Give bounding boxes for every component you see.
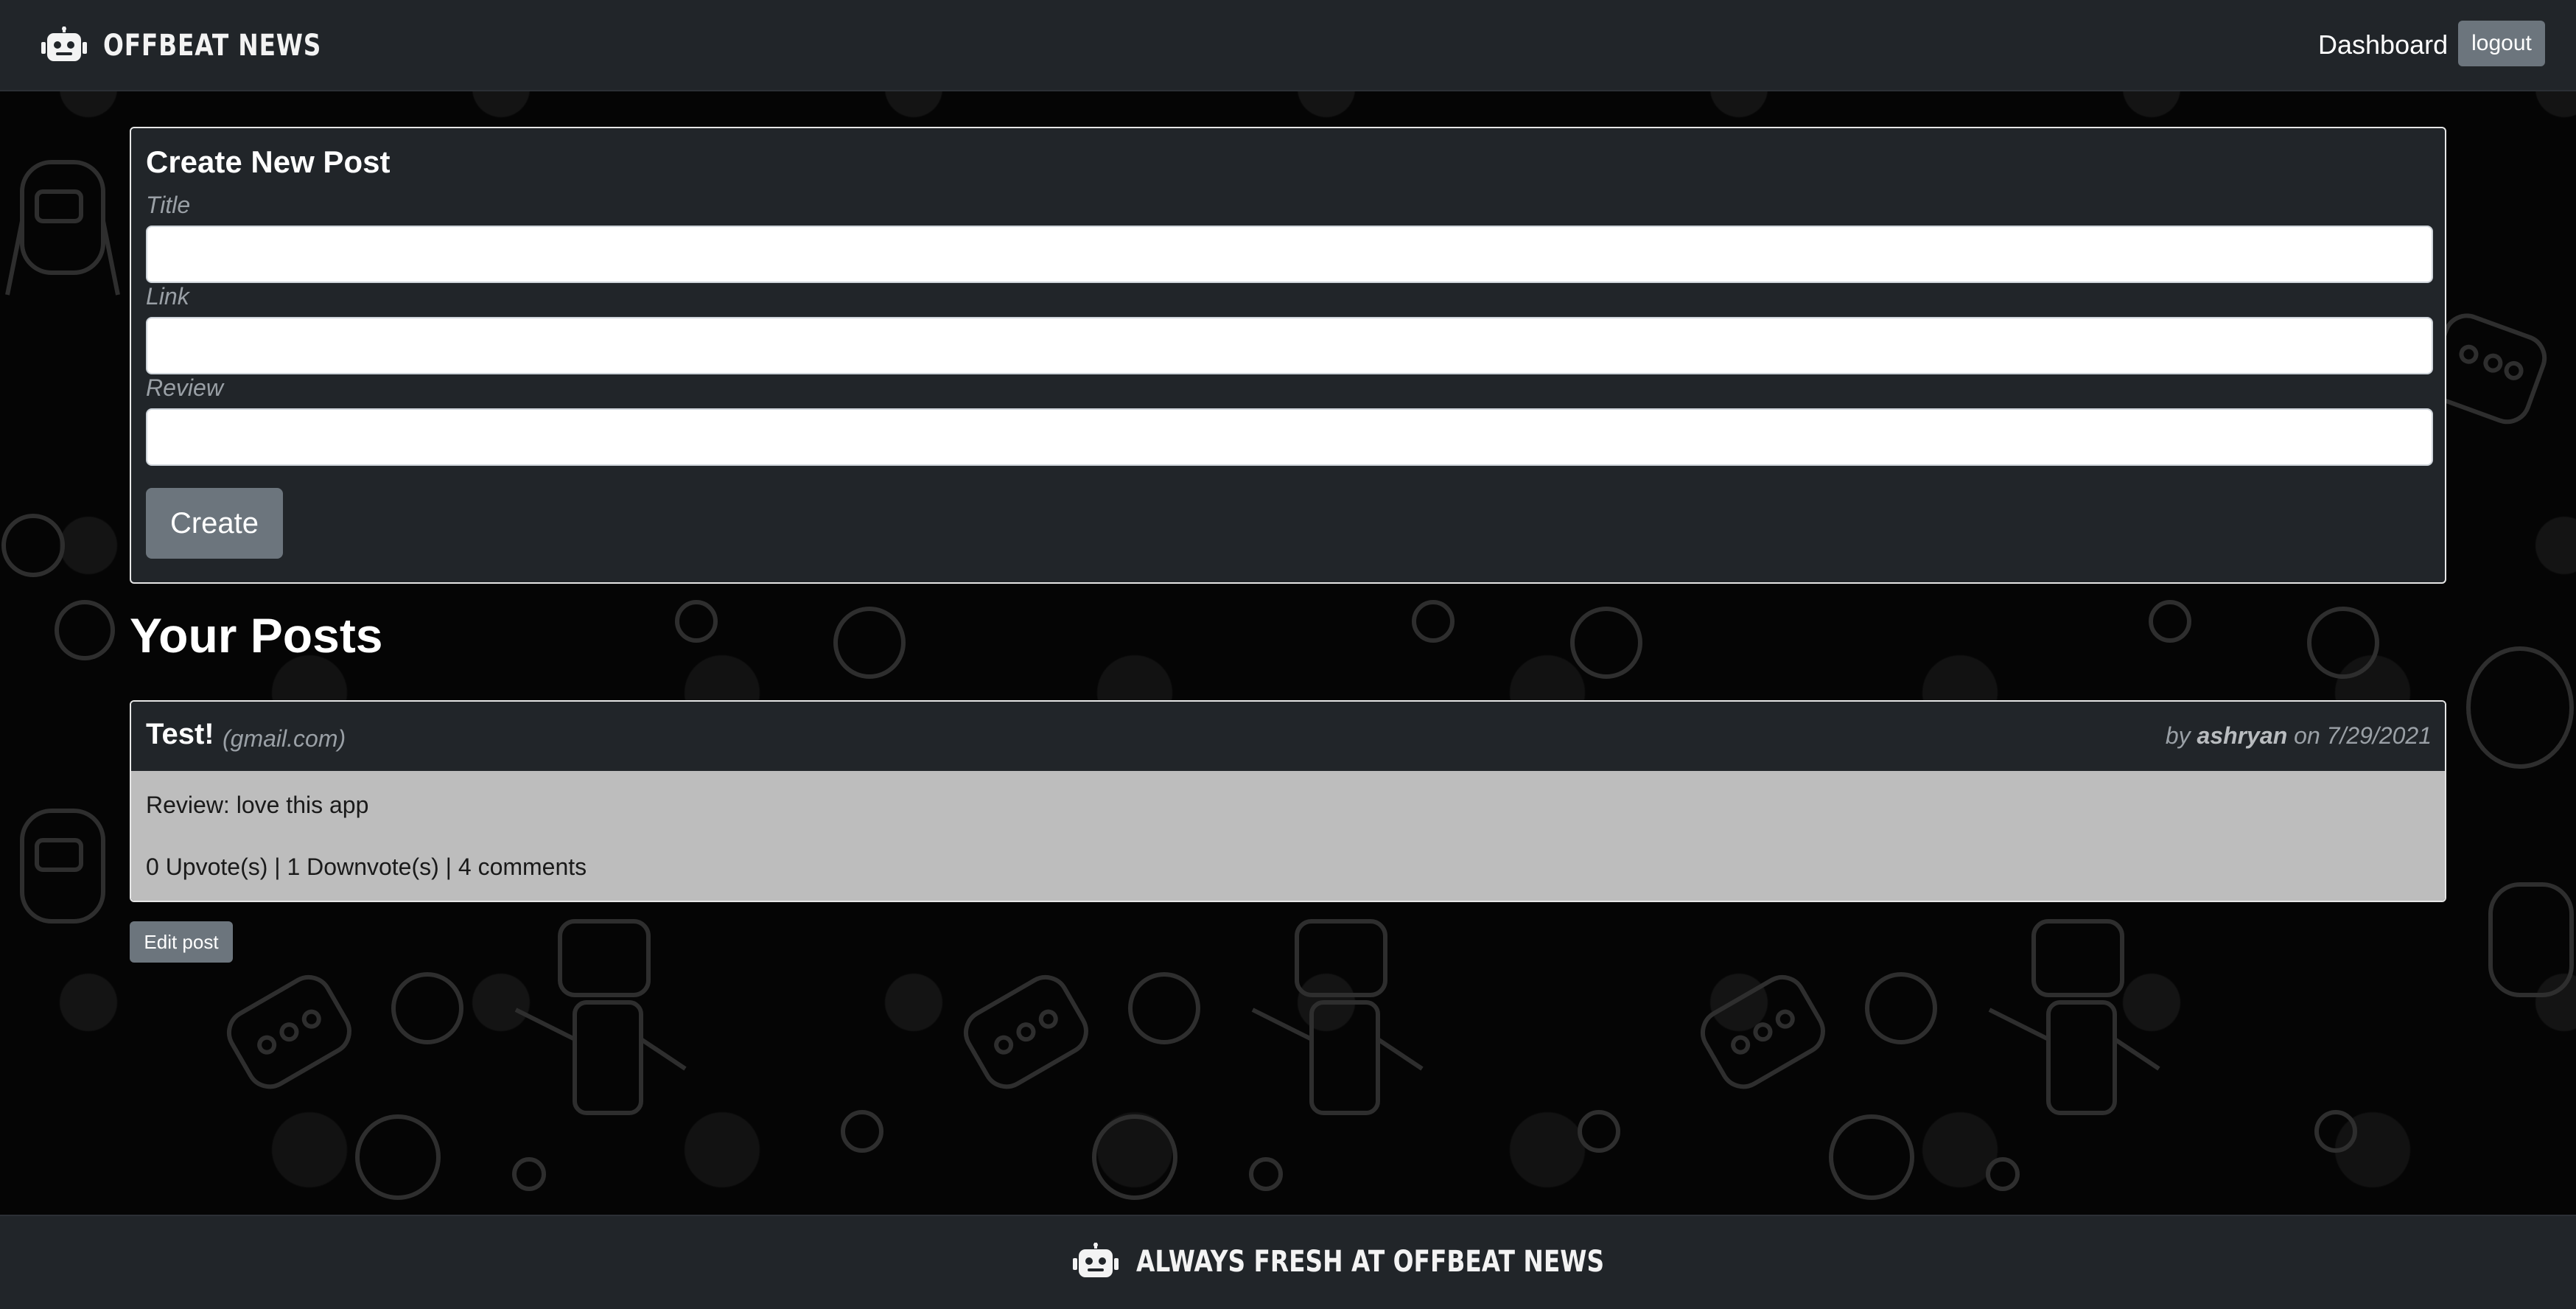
your-posts-heading: Your Posts: [130, 608, 383, 663]
post-on-prefix: on: [2294, 722, 2320, 749]
review-label: Review: [146, 374, 223, 401]
post-meta: by ashryan on 7/29/2021: [2166, 722, 2432, 750]
link-input[interactable]: [146, 317, 2433, 374]
footer: ALWAYS FRESH AT OFFBEAT NEWS: [0, 1215, 2576, 1309]
nav-dashboard-link[interactable]: Dashboard: [2318, 29, 2448, 60]
brand-name: OFFBEAT NEWS: [103, 29, 322, 63]
post-domain: (gmail.com): [223, 725, 346, 752]
post-stats: 0 Upvote(s) | 1 Downvote(s) | 4 comments: [146, 854, 587, 881]
edit-post-button[interactable]: Edit post: [130, 921, 233, 963]
link-label: Link: [146, 283, 189, 310]
create-post-heading: Create New Post: [146, 144, 391, 179]
post-header: Test! (gmail.com) by ashryan on 7/29/202…: [131, 702, 2445, 771]
title-input[interactable]: [146, 226, 2433, 283]
post-votes: 0 Upvote(s) | 1 Downvote(s) |: [146, 854, 458, 880]
create-button[interactable]: Create: [146, 488, 283, 559]
footer-tagline: ALWAYS FRESH AT OFFBEAT NEWS: [1136, 1245, 1605, 1279]
post-card: Test! (gmail.com) by ashryan on 7/29/202…: [130, 700, 2446, 902]
post-date: 7/29/2021: [2326, 722, 2432, 749]
robot-icon: [41, 27, 87, 61]
robot-icon: [1073, 1243, 1119, 1277]
post-by-prefix: by: [2165, 722, 2191, 749]
title-label: Title: [146, 192, 191, 218]
post-body: Review: love this app 0 Upvote(s) | 1 Do…: [131, 771, 2445, 901]
create-post-card: Create New Post Title Link Review Create: [130, 127, 2446, 584]
post-review: Review: love this app: [146, 792, 369, 818]
main-content: Create New Post Title Link Review Create…: [130, 127, 2446, 963]
comments-link[interactable]: 4 comments: [458, 854, 587, 880]
top-navbar: OFFBEAT NEWS Dashboard logout: [0, 0, 2576, 91]
logout-button[interactable]: logout: [2458, 21, 2545, 66]
post-author: ashryan: [2197, 722, 2288, 749]
review-input[interactable]: [146, 408, 2433, 466]
brand-link[interactable]: OFFBEAT NEWS: [41, 22, 369, 69]
post-title-link[interactable]: Test!: [146, 718, 214, 751]
footer-brand: ALWAYS FRESH AT OFFBEAT NEWS: [1073, 1241, 1707, 1282]
